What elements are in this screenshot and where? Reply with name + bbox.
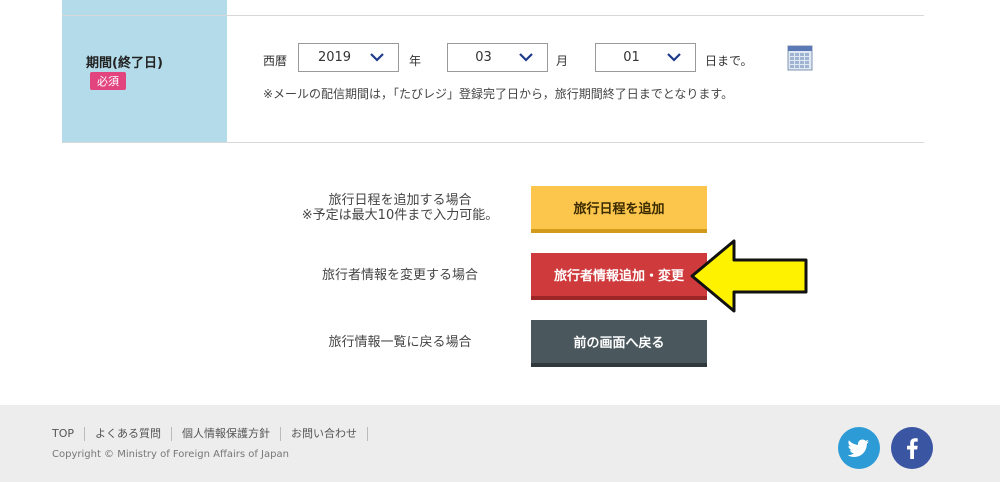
delivery-period-note: ※メールの配信期間は，「たびレジ」登録完了日から，旅行期間終了日までとなります。: [263, 87, 734, 101]
footer-links: TOP よくある質問 個人情報保護方針 お問い合わせ: [52, 427, 369, 441]
twitter-icon: [847, 439, 869, 457]
chevron-down-icon: [667, 53, 681, 62]
arrow-left-icon: [690, 239, 808, 313]
required-badge: 必須: [90, 72, 126, 90]
footer: TOP よくある質問 個人情報保護方針 お問い合わせ Copyright © M…: [0, 405, 1000, 482]
year-select-value: 2019: [317, 50, 352, 65]
twitter-button[interactable]: [838, 427, 880, 469]
day-select-value: 01: [623, 50, 640, 65]
day-select[interactable]: 01: [595, 43, 696, 72]
form-row-label-cell: [62, 0, 227, 15]
chevron-down-icon: [519, 53, 533, 62]
facebook-icon: [907, 438, 918, 459]
month-unit: 月: [556, 54, 569, 68]
facebook-button[interactable]: [891, 427, 933, 469]
month-select-value: 03: [475, 50, 492, 65]
month-select[interactable]: 03: [447, 43, 548, 72]
add-schedule-line2: ※予定は最大10件まで入力可能。: [301, 208, 499, 223]
add-schedule-button[interactable]: 旅行日程を追加: [531, 186, 707, 233]
calendar-icon[interactable]: [787, 45, 813, 71]
back-to-list-label: 旅行情報一覧に戻る場合: [328, 335, 472, 350]
footer-link-top[interactable]: TOP: [52, 427, 86, 441]
footer-link-privacy[interactable]: 個人情報保護方針: [172, 427, 282, 441]
change-traveler-label: 旅行者情報を変更する場合: [321, 268, 478, 283]
year-unit: 年: [409, 54, 422, 68]
footer-link-contact[interactable]: お問い合わせ: [281, 427, 369, 441]
add-schedule-description: 旅行日程を追加する場合 ※予定は最大10件まで入力可能。: [280, 193, 520, 223]
copyright: Copyright © Ministry of Foreign Affairs …: [52, 449, 289, 460]
form-row-previous: [62, 0, 924, 16]
day-unit: 日まで。: [705, 54, 753, 68]
add-schedule-line1: 旅行日程を追加する場合: [328, 193, 472, 208]
year-select[interactable]: 2019: [298, 43, 399, 72]
change-traveler-button[interactable]: 旅行者情報追加・変更: [531, 253, 707, 300]
period-label: 期間(終了日): [86, 56, 163, 71]
back-button[interactable]: 前の画面へ戻る: [531, 320, 707, 367]
chevron-down-icon: [370, 53, 384, 62]
footer-link-faq[interactable]: よくある質問: [85, 427, 173, 441]
form-row-label-cell: 期間(終了日) 必須: [62, 16, 227, 142]
form-row-period: 期間(終了日) 必須: [62, 16, 924, 143]
era-label: 西暦: [263, 54, 288, 68]
